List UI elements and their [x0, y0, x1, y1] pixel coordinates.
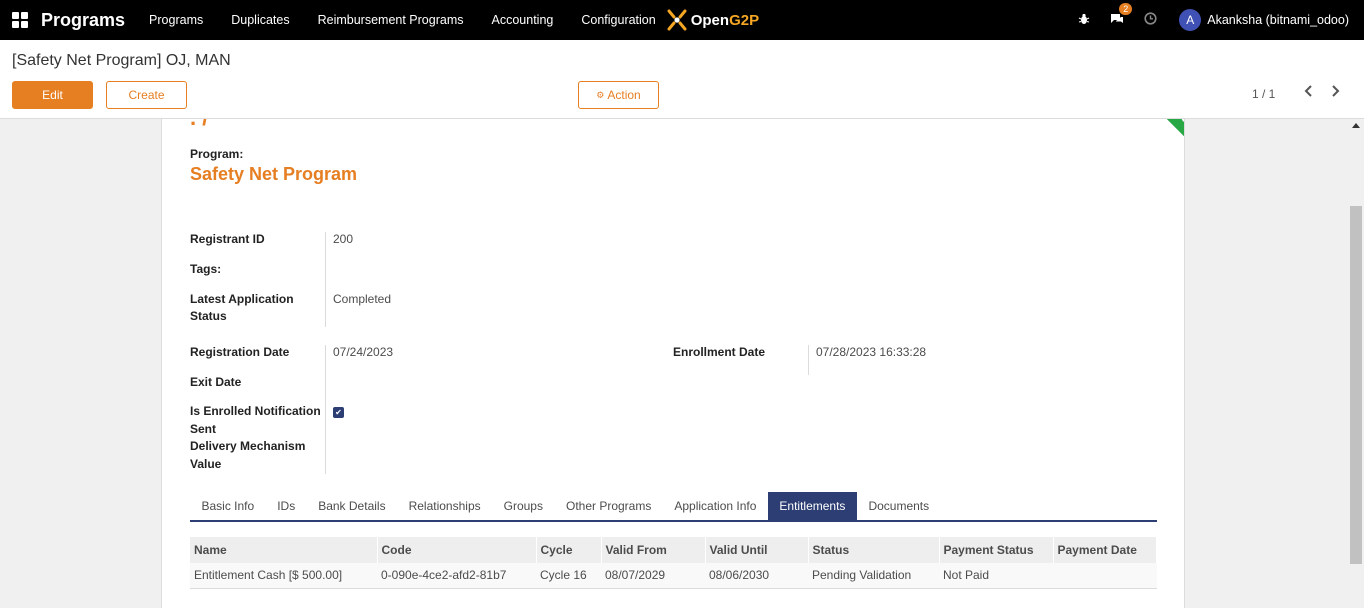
field-separator [325, 345, 326, 474]
tags-label: Tags: [190, 262, 222, 276]
latest-status-label-2: Status [190, 309, 227, 323]
enrolled-notification-label-1: Is Enrolled Notification [190, 404, 321, 418]
tab-other-programs[interactable]: Other Programs [554, 492, 662, 520]
cell-code: 0-090e-4ce2-afd2-81b7 [377, 563, 536, 589]
column-header-cycle[interactable]: Cycle [536, 537, 602, 563]
scroll-up-arrow-icon[interactable] [1352, 123, 1360, 128]
menu-configuration[interactable]: Configuration [567, 13, 661, 27]
registrant-id-label: Registrant ID [190, 232, 265, 246]
edit-button[interactable]: Edit [12, 81, 93, 109]
column-header-status[interactable]: Status [808, 537, 940, 563]
tab-basic-info[interactable]: Basic Info [190, 492, 266, 520]
menu-accounting[interactable]: Accounting [478, 13, 568, 27]
gear-icon: ⚙ [596, 89, 605, 100]
delivery-mechanism-label-1: Delivery Mechanism [190, 439, 306, 453]
breadcrumb: [Safety Net Program] OJ, MAN [12, 52, 231, 69]
field-separator [325, 232, 326, 327]
app-brand[interactable]: Programs [41, 10, 125, 31]
user-menu[interactable]: Akanksha (bitnami_odoo) [1207, 13, 1349, 27]
menu-reimbursement-programs[interactable]: Reimbursement Programs [304, 13, 478, 27]
record-title-partial: . / [190, 119, 208, 131]
main-menu: Programs Duplicates Reimbursement Progra… [135, 13, 662, 27]
exit-date-label: Exit Date [190, 375, 242, 389]
program-name[interactable]: Safety Net Program [190, 164, 357, 185]
registration-date-label: Registration Date [190, 345, 290, 359]
cell-name: Entitlement Cash [$ 500.00] [190, 563, 377, 589]
bug-icon[interactable] [1078, 13, 1090, 28]
action-button-label: Action [607, 88, 641, 102]
chat-badge: 2 [1119, 2, 1133, 15]
pager-value[interactable]: 1 / 1 [1252, 87, 1275, 101]
tab-ids[interactable]: IDs [266, 492, 307, 520]
column-header-name[interactable]: Name [190, 537, 378, 563]
create-button[interactable]: Create [106, 81, 187, 109]
tab-application-info[interactable]: Application Info [663, 492, 768, 520]
cell-valid-from: 08/07/2029 [601, 563, 705, 589]
enrolled-notification-label-2: Sent [190, 422, 217, 436]
cell-payment-status: Not Paid [939, 563, 1053, 589]
cell-valid-until: 08/06/2030 [705, 563, 808, 589]
notebook-tabs: Basic Info IDs Bank Details Relationship… [190, 492, 1157, 522]
delivery-mechanism-label-2: Value [190, 457, 222, 471]
enrollment-date-label: Enrollment Date [673, 345, 766, 359]
latest-status-value: Completed [333, 292, 392, 306]
enrollment-date-value: 07/28/2023 16:33:28 [816, 345, 927, 359]
navbar-right: 2 A Akanksha (bitnami_odoo) [1078, 0, 1364, 40]
latest-status-label-1: Latest Application [190, 292, 294, 306]
tab-bank-details[interactable]: Bank Details [307, 492, 397, 520]
column-header-code[interactable]: Code [377, 537, 537, 563]
column-header-payment-date[interactable]: Payment Date [1053, 537, 1157, 563]
entitlements-table: Name Code Cycle Valid From Valid Until S… [190, 537, 1157, 589]
tab-documents[interactable]: Documents [857, 492, 941, 520]
clock-icon[interactable] [1144, 12, 1157, 28]
cell-status: Pending Validation [808, 563, 939, 589]
user-avatar[interactable]: A [1179, 9, 1202, 31]
table-row[interactable]: Entitlement Cash [$ 500.00] 0-090e-4ce2-… [190, 563, 1157, 589]
apps-menu-icon[interactable] [12, 12, 28, 28]
registrant-id-value: 200 [333, 232, 354, 246]
openg2p-logo-text: OpenG2P [690, 11, 760, 29]
tab-relationships[interactable]: Relationships [397, 492, 492, 520]
openg2p-logo: OpenG2P [666, 8, 759, 32]
column-header-valid-from[interactable]: Valid From [601, 537, 706, 563]
control-panel: [Safety Net Program] OJ, MAN Edit Create… [0, 40, 1364, 119]
top-navbar: Programs Programs Duplicates Reimburseme… [0, 0, 1364, 40]
form-sheet: . / ENROLLED Program: Safety Net Program… [161, 119, 1185, 608]
registration-date-value: 07/24/2023 [333, 345, 394, 359]
tab-entitlements[interactable]: Entitlements [767, 492, 857, 520]
column-header-payment-status[interactable]: Payment Status [939, 537, 1054, 563]
enrolled-ribbon: ENROLLED [1099, 119, 1184, 158]
chat-icon[interactable]: 2 [1110, 2, 1133, 28]
vertical-scrollbar[interactable] [1348, 119, 1364, 608]
action-button[interactable]: ⚙ Action [578, 81, 659, 109]
chevron-left-icon[interactable] [1304, 84, 1314, 100]
scroll-thumb[interactable] [1350, 206, 1362, 564]
menu-duplicates[interactable]: Duplicates [217, 13, 303, 27]
enrolled-notification-checkbox[interactable]: ✔ [333, 407, 344, 418]
cell-payment-date [1053, 563, 1157, 589]
table-header-row: Name Code Cycle Valid From Valid Until S… [190, 537, 1157, 563]
menu-programs[interactable]: Programs [135, 13, 217, 27]
field-separator [808, 345, 809, 375]
openg2p-logo-icon [667, 9, 687, 31]
program-label: Program: [190, 147, 244, 161]
cell-cycle: Cycle 16 [536, 563, 601, 589]
tab-groups[interactable]: Groups [492, 492, 554, 520]
chevron-right-icon[interactable] [1330, 84, 1340, 100]
column-header-valid-until[interactable]: Valid Until [705, 537, 809, 563]
